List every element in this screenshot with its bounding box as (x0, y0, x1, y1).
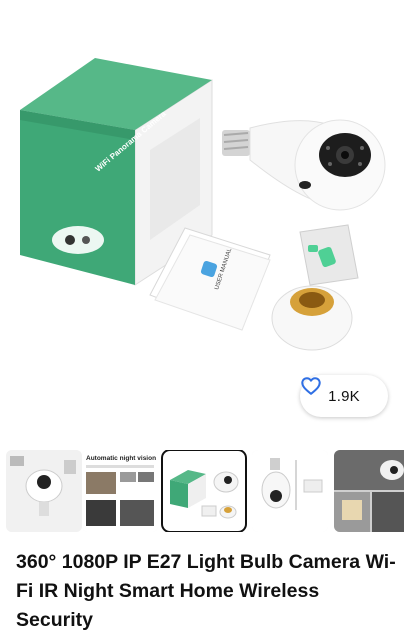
thumbnail-image (6, 450, 82, 532)
thumbnail-4[interactable] (252, 450, 328, 532)
thumbnail-image (162, 450, 246, 532)
thumbnail-1[interactable] (6, 450, 82, 532)
like-count: 1.9K (328, 387, 360, 405)
image-thumbnails: Automatic night vision (0, 450, 404, 532)
thumbnail-image (252, 450, 328, 532)
like-button[interactable]: 1.9K (300, 375, 388, 417)
heart-icon (301, 377, 321, 395)
thumbnail-image: Automatic night vision (82, 450, 158, 532)
thumbnail-5[interactable] (334, 450, 404, 532)
product-title: 360° 1080P IP E27 Light Bulb Camera Wi-F… (16, 551, 396, 631)
thumbnail-caption: Automatic night vision (86, 455, 156, 462)
product-photo: WiFi Panorama Camera USER MANUAL (20, 58, 386, 351)
thumbnail-2[interactable]: Automatic night vision (82, 450, 158, 532)
thumbnail-3-selected[interactable] (161, 450, 247, 532)
product-main-image[interactable]: WiFi Panorama Camera USER MANUAL 1.9K (0, 0, 404, 440)
thumbnail-image (334, 450, 404, 532)
